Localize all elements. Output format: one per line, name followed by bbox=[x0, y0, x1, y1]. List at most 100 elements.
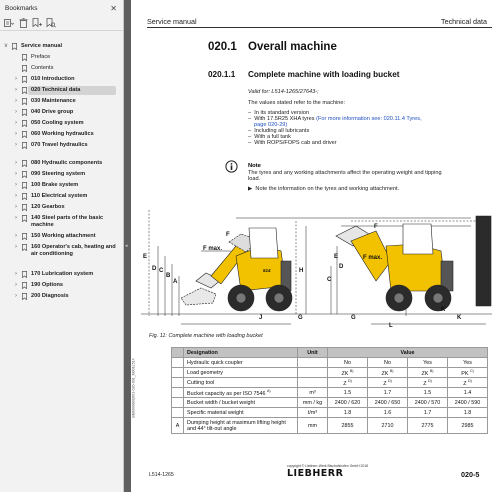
note-text: The tyres and any working attachments af… bbox=[248, 170, 442, 176]
chevron-right-icon[interactable]: › bbox=[12, 271, 20, 278]
dim-label-G-right: G bbox=[351, 315, 356, 321]
table-header-value: Value bbox=[327, 347, 488, 358]
tyres-link[interactable]: (For more information see: 020.11.4 Tyre… bbox=[316, 116, 422, 122]
row-value: Z D) bbox=[327, 377, 368, 388]
row-unit: m³ bbox=[297, 387, 328, 398]
dim-label-F-max-right: F max. bbox=[363, 255, 382, 261]
section-title: Overall machine bbox=[248, 41, 337, 53]
chevron-right-icon[interactable]: › bbox=[12, 109, 20, 116]
bookmark-icon bbox=[22, 193, 27, 201]
chevron-right-icon[interactable]: › bbox=[12, 204, 20, 211]
table-row: Hydraulic quick coupler No No Yes Yes bbox=[171, 357, 488, 368]
row-value: 2400 / 650 bbox=[367, 397, 408, 408]
delete-bookmark-icon[interactable] bbox=[18, 18, 28, 28]
row-value: No bbox=[327, 357, 368, 368]
row-designation: Load geometry bbox=[183, 367, 298, 378]
bookmark-icon bbox=[22, 142, 27, 150]
chevron-right-icon[interactable]: › bbox=[12, 120, 20, 127]
row-key bbox=[171, 357, 184, 368]
bookmark-icon bbox=[22, 54, 27, 62]
row-value: Yes bbox=[447, 357, 488, 368]
bookmark-label: 100 Brake system bbox=[31, 182, 79, 188]
dim-label-J: J bbox=[259, 315, 262, 321]
chevron-right-icon[interactable]: › bbox=[12, 293, 20, 300]
bookmark-label: 020 Technical data bbox=[31, 87, 81, 93]
spec-table: Designation Unit Value Hydraulic quick c… bbox=[171, 347, 488, 434]
section-number: 020.1 bbox=[208, 41, 237, 53]
bookmarks-panel: Bookmarks ✕ ∨ Service manual Preface Conten… bbox=[0, 0, 124, 492]
dim-label-F-max: F max. bbox=[203, 246, 222, 252]
close-icon[interactable]: ✕ bbox=[110, 4, 117, 13]
chevron-right-icon[interactable]: › bbox=[12, 215, 20, 222]
chevron-right-icon[interactable]: › bbox=[12, 233, 20, 240]
table-header-designation: Designation bbox=[183, 347, 298, 358]
row-value: 2400 / 570 bbox=[407, 397, 448, 408]
chevron-right-icon[interactable]: › bbox=[12, 244, 20, 251]
bookmark-icon bbox=[22, 182, 27, 190]
chevron-right-icon[interactable]: › bbox=[12, 182, 20, 189]
row-value: 2855 bbox=[327, 417, 368, 434]
chevron-right-icon[interactable]: › bbox=[12, 193, 20, 200]
chevron-right-icon[interactable]: › bbox=[12, 76, 20, 83]
bookmark-icon bbox=[22, 233, 27, 241]
row-value: ZK B) bbox=[407, 367, 448, 378]
bookmark-icon bbox=[12, 43, 17, 51]
row-value: PK C) bbox=[447, 367, 488, 378]
table-row: Cutting tool Z D) Z D) Z D) Z D) bbox=[171, 377, 488, 388]
note-text-cont: load. bbox=[248, 176, 261, 182]
subsection-title: Complete machine with loading bucket bbox=[248, 70, 400, 79]
bookmark-icon bbox=[22, 282, 27, 290]
row-designation: Dumping height at maximum lifting height… bbox=[183, 417, 298, 434]
bookmark-options-icon[interactable] bbox=[4, 18, 14, 28]
bookmark-icon bbox=[22, 215, 27, 223]
row-key bbox=[171, 397, 184, 408]
dim-label-E-right: E bbox=[334, 254, 338, 260]
row-value: 1.5 bbox=[407, 387, 448, 398]
row-value: 1.7 bbox=[367, 387, 408, 398]
table-row: Specific material weight t/m³ 1.8 1.6 1.7 1.8 bbox=[171, 407, 488, 418]
bookmark-label: Preface bbox=[31, 54, 51, 60]
row-designation: Cutting tool bbox=[183, 377, 298, 388]
row-value: 1.6 bbox=[367, 407, 408, 418]
find-bookmark-icon[interactable] bbox=[46, 18, 56, 28]
header-rule bbox=[147, 27, 492, 28]
chevron-right-icon[interactable]: › bbox=[12, 171, 20, 178]
subsection-number: 020.1.1 bbox=[208, 70, 236, 79]
bookmark-icon bbox=[22, 98, 27, 106]
bookmark-icon bbox=[22, 244, 27, 252]
chevron-right-icon[interactable]: › bbox=[12, 142, 20, 149]
chevron-right-icon[interactable]: › bbox=[12, 131, 20, 138]
bookmark-label: Contents bbox=[31, 65, 54, 71]
dim-label-A: A bbox=[173, 279, 178, 285]
collapse-panel-icon[interactable]: ◂ bbox=[125, 243, 128, 249]
note-label: Note bbox=[248, 163, 261, 169]
new-bookmark-icon[interactable] bbox=[32, 18, 42, 28]
bookmark-icon bbox=[22, 293, 27, 301]
bookmark-label: 120 Gearbox bbox=[31, 204, 65, 210]
row-value: 1.7 bbox=[407, 407, 448, 418]
chevron-right-icon[interactable]: › bbox=[12, 87, 20, 94]
row-value: 1.5 bbox=[327, 387, 368, 398]
row-value: Z D) bbox=[447, 377, 488, 388]
chevron-right-icon[interactable]: › bbox=[12, 282, 20, 289]
chevron-down-icon[interactable]: ∨ bbox=[2, 43, 10, 50]
info-icon bbox=[225, 160, 238, 173]
bookmark-icon bbox=[22, 109, 27, 117]
row-value: ZK B) bbox=[367, 367, 408, 378]
document-page: Service manual Technical data 020.1 Over… bbox=[131, 0, 492, 492]
dim-label-C-right: C bbox=[327, 277, 332, 283]
bookmark-icon bbox=[22, 120, 27, 128]
row-key bbox=[171, 387, 184, 398]
row-designation: Hydraulic quick coupler bbox=[183, 357, 298, 368]
bookmark-label: 140 Steel parts of the basic machine bbox=[31, 215, 104, 228]
row-value: 1.8 bbox=[447, 407, 488, 418]
bookmark-icon bbox=[22, 204, 27, 212]
chevron-right-icon[interactable]: › bbox=[12, 160, 20, 167]
bookmark-label: 030 Maintenance bbox=[31, 98, 76, 104]
running-header-left: Service manual bbox=[147, 17, 197, 26]
bookmark-label: 050 Cooling system bbox=[31, 120, 84, 126]
chevron-right-icon[interactable]: › bbox=[12, 98, 20, 105]
row-unit: mm bbox=[297, 417, 328, 434]
bookmarks-title: Bookmarks bbox=[5, 4, 38, 12]
bookmark-label: 200 Diagnosis bbox=[31, 293, 69, 299]
